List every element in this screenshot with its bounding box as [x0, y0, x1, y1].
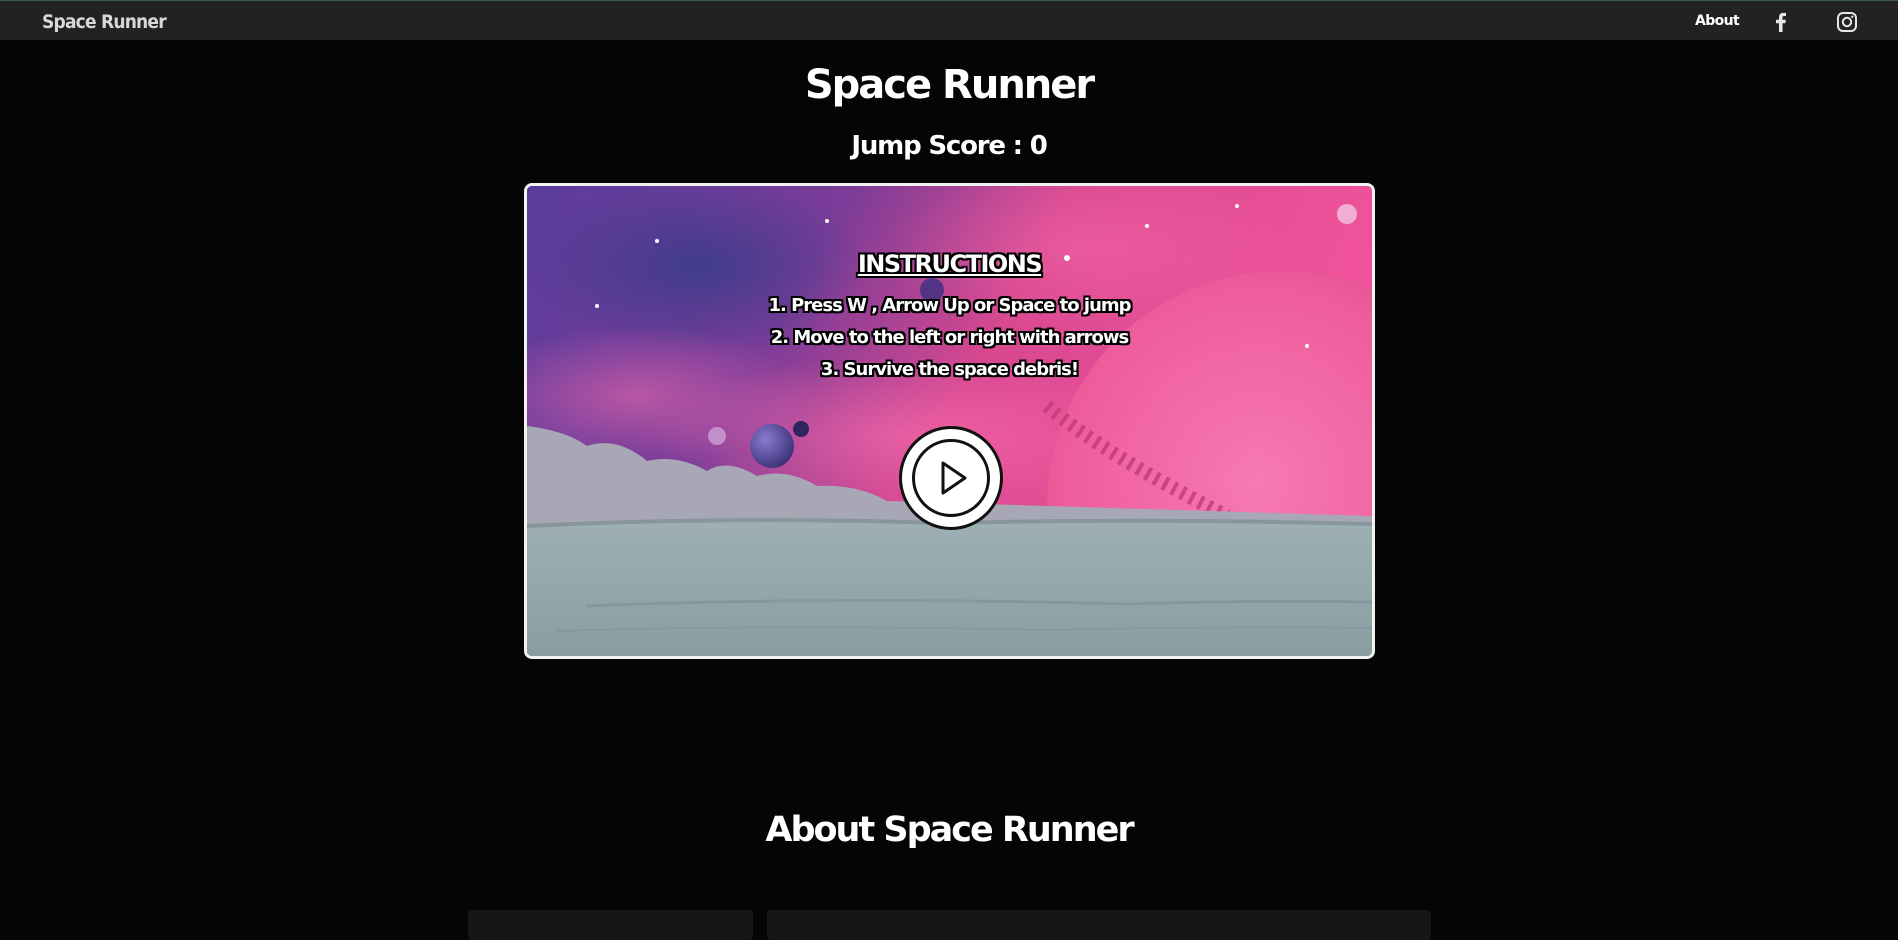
instruction-line: 2. Move to the left or right with arrows: [770, 327, 1130, 348]
instruction-line: 1. Press W , Arrow Up or Space to jump: [768, 295, 1131, 316]
brand-logo-link[interactable]: Space Runner: [42, 11, 167, 33]
about-card: [468, 910, 753, 940]
facebook-icon[interactable]: [1770, 11, 1792, 33]
game-title: Space Runner: [804, 62, 1095, 108]
game-canvas[interactable]: INSTRUCTIONS 1. Press W , Arrow Up or Sp…: [524, 183, 1375, 659]
about-section-title: About Space Runner: [765, 810, 1134, 850]
play-button[interactable]: [899, 426, 1003, 530]
instructions-heading: INSTRUCTIONS: [857, 250, 1043, 278]
play-icon-ring: [912, 439, 990, 517]
jump-score-label: Jump Score :: [851, 131, 1030, 161]
instructions-panel: INSTRUCTIONS 1. Press W , Arrow Up or Sp…: [527, 250, 1372, 386]
jump-score-value: 0: [1029, 131, 1048, 161]
instruction-line: 3. Survive the space debris!: [820, 359, 1079, 380]
instagram-icon[interactable]: [1836, 11, 1858, 33]
nav-about-link[interactable]: About: [1695, 13, 1740, 29]
jump-score: Jump Score : 0: [0, 131, 1898, 161]
play-icon: [941, 461, 967, 495]
top-navbar: Space Runner About: [0, 0, 1898, 40]
about-card: [767, 910, 1431, 940]
